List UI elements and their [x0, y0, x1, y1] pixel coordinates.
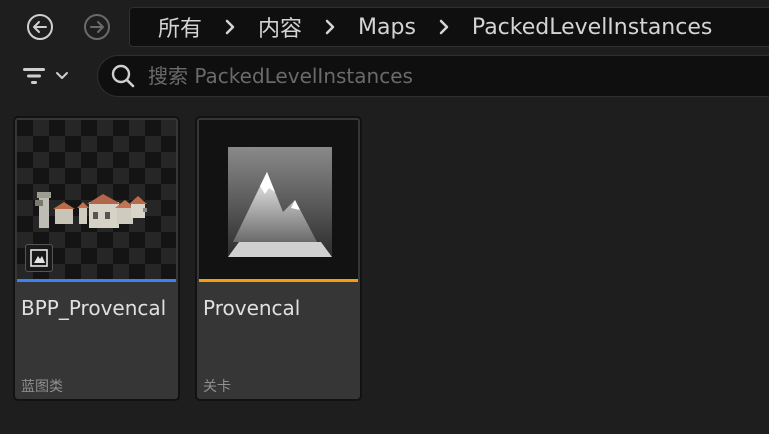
asset-thumbnail	[17, 120, 176, 279]
asset-tile-bpp-provencal[interactable]: BPP_Provencal 蓝图类	[13, 116, 180, 401]
breadcrumb: 所有 内容 Maps PackedLevelInstances	[129, 7, 769, 47]
blueprint-class-badge-icon	[25, 244, 53, 272]
forward-button[interactable]	[82, 12, 112, 42]
filter-button[interactable]	[20, 60, 80, 92]
asset-thumbnail	[199, 120, 358, 279]
breadcrumb-item-content[interactable]: 内容	[258, 11, 302, 43]
search-input[interactable]	[146, 63, 710, 89]
asset-type-label: 蓝图类	[21, 379, 63, 395]
asset-type-color-bar	[199, 279, 358, 282]
arrow-right-circle-icon	[84, 14, 110, 40]
asset-name: BPP_Provencal	[21, 296, 167, 320]
breadcrumb-item-all[interactable]: 所有	[158, 11, 202, 43]
level-map-icon	[228, 147, 332, 257]
chevron-down-icon	[56, 72, 68, 79]
asset-type-color-bar	[17, 279, 176, 282]
chevron-right-icon[interactable]	[438, 18, 450, 36]
breadcrumb-item-maps[interactable]: Maps	[358, 15, 416, 40]
arrow-left-circle-icon	[27, 14, 53, 40]
breadcrumb-item-packedlevelinstances[interactable]: PackedLevelInstances	[472, 15, 712, 40]
asset-tile-provencal[interactable]: Provencal 关卡	[195, 116, 362, 401]
search-box[interactable]	[97, 55, 769, 97]
asset-name: Provencal	[203, 296, 301, 320]
chevron-right-icon[interactable]	[224, 18, 236, 36]
back-button[interactable]	[25, 12, 55, 42]
filter-icon	[23, 68, 45, 84]
asset-type-label: 关卡	[203, 379, 231, 395]
search-icon	[111, 64, 135, 88]
chevron-right-icon[interactable]	[324, 18, 336, 36]
